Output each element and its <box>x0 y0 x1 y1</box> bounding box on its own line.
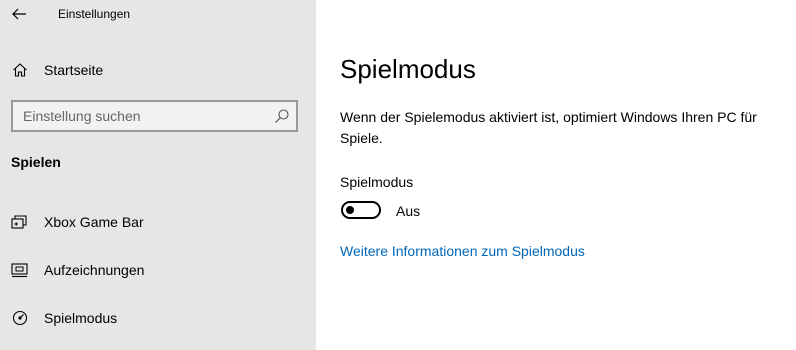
game-mode-setting-label: Spielmodus <box>340 174 414 190</box>
toggle-knob <box>346 206 354 214</box>
back-button[interactable] <box>6 2 34 26</box>
nav-item-label: Xbox Game Bar <box>44 214 144 230</box>
search-input[interactable] <box>13 102 263 130</box>
content-pane: Spielmodus Wenn der Spielemodus aktivier… <box>316 0 796 350</box>
title-bar: Einstellungen <box>0 0 316 30</box>
sidebar: Einstellungen Startseite Spielen Xbox <box>0 0 316 350</box>
nav-item-spielmodus[interactable]: Spielmodus <box>0 298 316 338</box>
section-title: Spielen <box>11 154 61 170</box>
search-icon[interactable] <box>274 108 290 124</box>
captures-icon <box>11 261 29 279</box>
page-title: Spielmodus <box>340 54 476 84</box>
nav-item-label: Spielmodus <box>44 310 118 326</box>
search-box <box>11 100 298 132</box>
nav-home-label: Startseite <box>44 62 104 78</box>
home-icon <box>11 61 29 79</box>
game-mode-toggle[interactable] <box>341 201 381 219</box>
nav-item-label: Aufzeichnungen <box>44 262 145 278</box>
nav-home[interactable]: Startseite <box>0 50 316 90</box>
toggle-state-label: Aus <box>396 203 421 219</box>
back-arrow-icon <box>12 8 26 20</box>
more-info-link[interactable]: Weitere Informationen zum Spielmodus <box>340 243 585 259</box>
game-mode-icon <box>11 309 29 327</box>
nav-item-xbox-game-bar[interactable]: Xbox Game Bar <box>0 202 316 242</box>
game-bar-icon <box>11 213 29 231</box>
app-title: Einstellungen <box>58 7 131 21</box>
nav-item-aufzeichnungen[interactable]: Aufzeichnungen <box>0 250 316 290</box>
page-description: Wenn der Spielemodus aktiviert ist, opti… <box>340 109 757 146</box>
